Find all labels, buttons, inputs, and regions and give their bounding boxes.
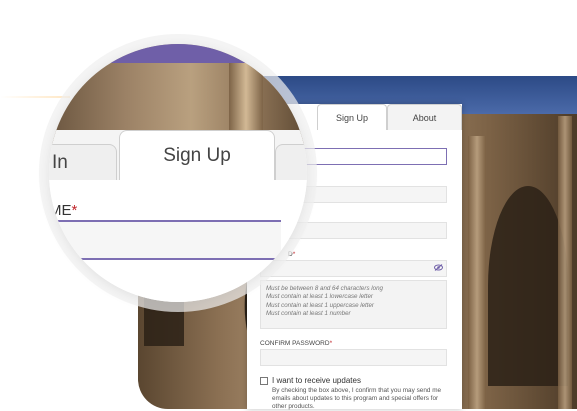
magnifier-lens: In Sign Up ME*: [49, 44, 307, 302]
arch: [488, 186, 568, 386]
magnified-tab-bar: In Sign Up: [49, 130, 307, 180]
magnified-name-field[interactable]: [49, 220, 281, 260]
magnified-tab-about[interactable]: [275, 144, 307, 180]
magnified-column: [229, 63, 263, 133]
updates-description: By checking the box above, I confirm tha…: [272, 387, 442, 410]
confirm-password-label: CONFIRM PASSWORD*: [260, 340, 333, 347]
magnified-tab-sign-up[interactable]: Sign Up: [119, 130, 275, 180]
tab-about[interactable]: About: [387, 104, 462, 130]
eye-slash-icon[interactable]: [434, 264, 443, 271]
updates-checkbox-label: I want to receive updates: [272, 376, 361, 385]
magnified-header-bar: [49, 44, 307, 63]
tab-sign-up[interactable]: Sign Up: [317, 104, 387, 130]
password-hint: Must contain at least 1 number: [266, 310, 351, 318]
column: [558, 116, 572, 409]
magnified-tab-sign-in[interactable]: In: [49, 144, 117, 180]
password-hint: Must contain at least 1 uppercase letter: [266, 301, 374, 309]
updates-checkbox[interactable]: [260, 377, 268, 385]
magnified-field-label: ME*: [49, 202, 78, 219]
confirm-password-field[interactable]: [260, 349, 447, 366]
column: [468, 136, 486, 409]
